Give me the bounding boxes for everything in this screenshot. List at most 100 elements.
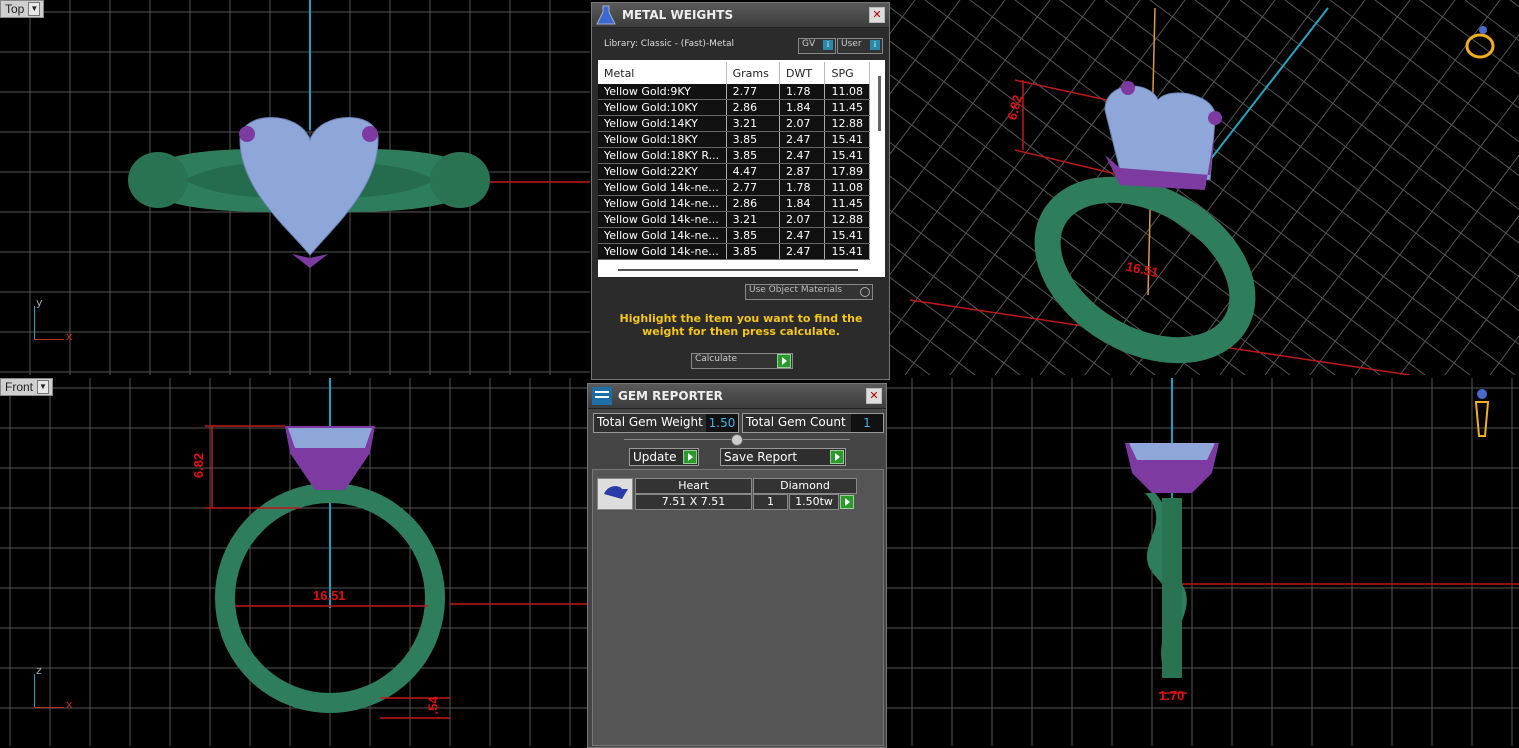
play-icon[interactable]: [840, 495, 854, 509]
table-row[interactable]: Yellow Gold 14k-ne... 2.86 1.84 11.45: [598, 195, 870, 212]
close-button[interactable]: ✕: [866, 388, 882, 404]
user-selector[interactable]: User i: [837, 38, 883, 54]
column-header-metal[interactable]: Metal: [598, 62, 727, 84]
axis-label-y: y: [36, 296, 43, 309]
metal-name-cell: Yellow Gold:10KY: [598, 99, 727, 116]
use-object-materials-label: Use Object Materials: [749, 285, 843, 295]
spg-cell: 17.89: [824, 163, 870, 180]
instruction-text: Highlight the item you want to find the …: [619, 312, 863, 338]
grams-cell: 2.86: [726, 99, 781, 116]
metal-name-cell: Yellow Gold:18KY: [598, 131, 727, 148]
total-gem-weight-label: Total Gem Weight: [597, 415, 703, 429]
heart-gem-icon: [597, 478, 633, 510]
table-row[interactable]: Yellow Gold 14k-ne... 2.77 1.78 11.08: [598, 179, 870, 196]
info-icon: i: [823, 40, 833, 50]
user-label: User: [841, 39, 862, 49]
table-row[interactable]: Yellow Gold:18KY 3.85 2.47 15.41: [598, 131, 870, 148]
spg-cell: 12.88: [824, 211, 870, 228]
calculate-button[interactable]: Calculate: [691, 353, 793, 369]
spg-cell: 15.41: [824, 243, 870, 260]
viewport-label-front[interactable]: Front ▼: [0, 378, 54, 396]
play-icon: [830, 450, 844, 464]
grams-cell: 3.21: [726, 211, 781, 228]
close-button[interactable]: ✕: [869, 7, 885, 23]
column-header-spg[interactable]: SPG: [824, 62, 870, 84]
metal-name-cell: Yellow Gold 14k-ne...: [598, 243, 727, 260]
update-label: Update: [633, 450, 677, 464]
table-row[interactable]: Yellow Gold:18KY R... 3.85 2.47 15.41: [598, 147, 870, 164]
table-header-row: Metal Grams DWT SPG: [598, 62, 870, 84]
dwt-cell: 1.84: [779, 195, 826, 212]
dwt-cell: 1.84: [779, 99, 826, 116]
calculate-label: Calculate: [695, 354, 738, 364]
total-gem-weight-value: 1.50: [706, 414, 738, 432]
metal-weights-panel: METAL WEIGHTS ✕ Library: Classic - (Fast…: [591, 2, 890, 380]
panel-title: GEM REPORTER: [618, 389, 723, 403]
table-row[interactable]: Yellow Gold:14KY 3.21 2.07 12.88: [598, 115, 870, 132]
metal-table: Metal Grams DWT SPG Yellow Gold:9KY 2.77 1…: [598, 62, 870, 260]
splitter-handle[interactable]: [624, 434, 850, 446]
gem-list-item[interactable]: Heart 7.51 X 7.51 Diamond 1 1.50tw: [597, 478, 857, 510]
grams-cell: 3.85: [726, 147, 781, 164]
viewport-perspective[interactable]: 6.82 16.51: [890, 0, 1519, 375]
update-button[interactable]: Update: [629, 448, 699, 466]
flask-icon: [596, 5, 616, 25]
table-row[interactable]: Yellow Gold 14k-ne... 3.85 2.47 15.41: [598, 227, 870, 244]
use-object-materials-dropdown[interactable]: Use Object Materials: [745, 284, 873, 300]
total-gem-weight: Total Gem Weight 1.50: [593, 413, 739, 433]
dwt-cell: 1.78: [779, 179, 826, 196]
viewport-right[interactable]: 1.70: [887, 378, 1519, 746]
horizontal-scrollbar[interactable]: [618, 269, 858, 271]
table-row[interactable]: Yellow Gold:10KY 2.86 1.84 11.45: [598, 99, 870, 116]
dwt-cell: 2.07: [779, 115, 826, 132]
ring-side-view: [1125, 378, 1519, 694]
axis-indicator-front: x z: [30, 664, 80, 713]
axis-indicator-top: x y: [30, 296, 80, 345]
gem-type: Diamond: [753, 478, 857, 494]
library-label: Library: Classic - (Fast)-Metal: [604, 39, 735, 49]
table-row[interactable]: Yellow Gold:22KY 4.47 2.87 17.89: [598, 163, 870, 180]
gv-selector[interactable]: GV i: [798, 38, 836, 54]
vertical-scrollbar[interactable]: [878, 76, 881, 131]
metal-table-container[interactable]: Metal Grams DWT SPG Yellow Gold:9KY 2.77 1…: [598, 60, 885, 277]
column-header-grams[interactable]: Grams: [726, 62, 781, 84]
spg-cell: 15.41: [824, 147, 870, 164]
metal-name-cell: Yellow Gold 14k-ne...: [598, 211, 727, 228]
dwt-cell: 2.47: [779, 243, 826, 260]
dimension-bottom-label: .54: [425, 696, 441, 715]
ring-top-view: [128, 0, 590, 268]
metal-name-cell: Yellow Gold:22KY: [598, 163, 727, 180]
spg-cell: 11.08: [824, 84, 870, 100]
dwt-cell: 2.47: [779, 147, 826, 164]
viewport-front[interactable]: 6.82 16.51 .54 x z Front ▼: [0, 378, 588, 746]
ring-view-icon[interactable]: [1463, 24, 1497, 60]
dwt-cell: 1.78: [779, 84, 826, 100]
gem-reporter-titlebar[interactable]: GEM REPORTER ✕: [588, 384, 886, 409]
splitter-knob-icon[interactable]: [731, 434, 743, 446]
metal-name-cell: Yellow Gold:14KY: [598, 115, 727, 132]
metal-weights-titlebar[interactable]: METAL WEIGHTS ✕: [592, 3, 889, 28]
ring-perspective-view: [909, 7, 1411, 375]
table-row[interactable]: Yellow Gold 14k-ne... 3.21 2.07 12.88: [598, 211, 870, 228]
spg-cell: 11.45: [824, 99, 870, 116]
chevron-down-icon[interactable]: ▼: [37, 380, 50, 394]
viewport-label-top[interactable]: Top ▼: [0, 0, 45, 18]
table-row[interactable]: Yellow Gold 14k-ne... 3.85 2.47 15.41: [598, 243, 870, 260]
column-header-dwt[interactable]: DWT: [779, 62, 826, 84]
play-icon: [683, 450, 697, 464]
side-view-icon[interactable]: [1472, 388, 1492, 440]
chevron-down-icon[interactable]: ▼: [28, 2, 41, 16]
axis-label-z: z: [36, 664, 42, 677]
metal-name-cell: Yellow Gold 14k-ne...: [598, 195, 727, 212]
table-row[interactable]: Yellow Gold:9KY 2.77 1.78 11.08: [598, 84, 870, 100]
info-icon: i: [870, 40, 880, 50]
spg-cell: 15.41: [824, 131, 870, 148]
axis-label-x: x: [66, 698, 73, 711]
viewport-top[interactable]: x y Top ▼: [0, 0, 590, 375]
spg-cell: 12.88: [824, 115, 870, 132]
grams-cell: 3.85: [726, 227, 781, 244]
grams-cell: 3.85: [726, 243, 781, 260]
gem-weight: 1.50tw: [789, 494, 839, 510]
gem-reporter-panel: GEM REPORTER ✕ Total Gem Weight 1.50 Tot…: [587, 383, 887, 748]
save-report-button[interactable]: Save Report: [720, 448, 846, 466]
